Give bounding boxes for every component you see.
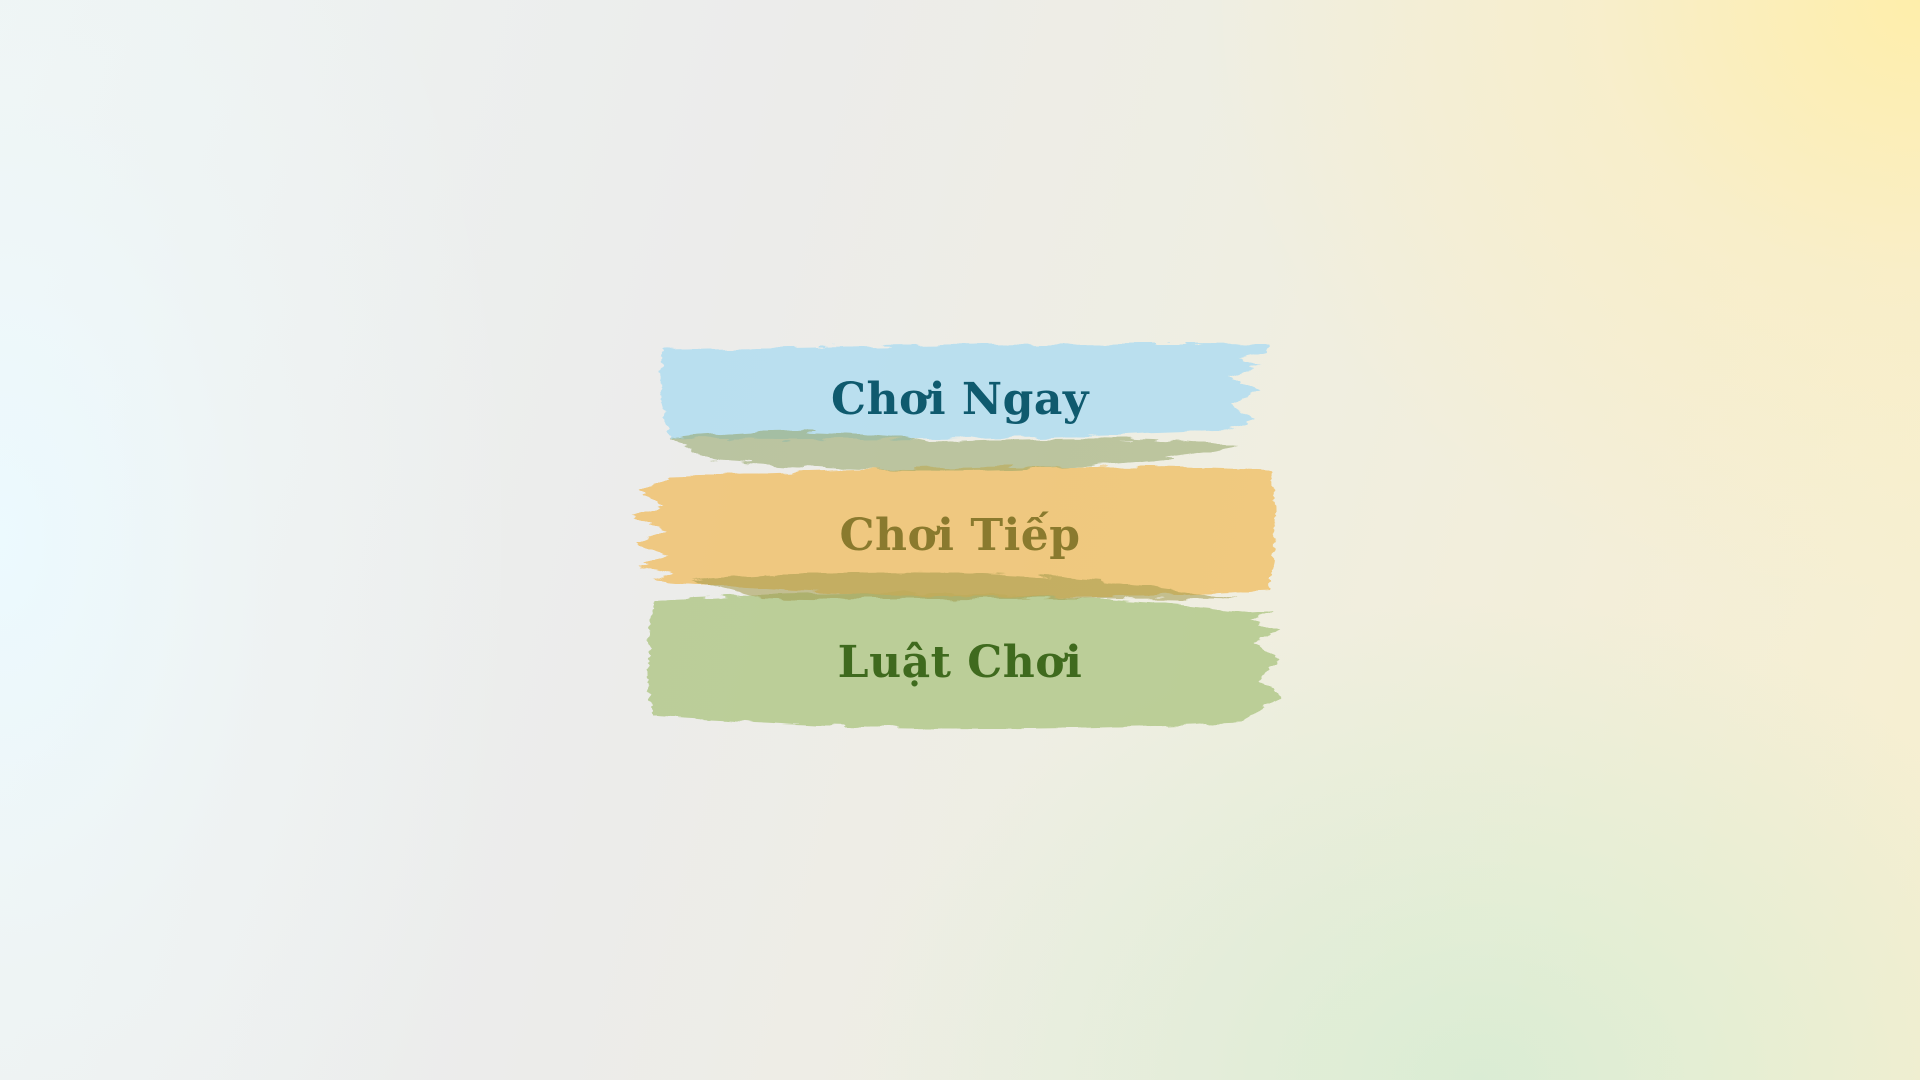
continue-label: Chơi Tiếp xyxy=(839,509,1081,561)
main-menu: Chơi Ngay Chơi Tiếp Luật Chơi xyxy=(600,330,1320,750)
continue-button[interactable]: Chơi Tiếp xyxy=(660,480,1260,590)
rules-label: Luật Chơi xyxy=(837,637,1083,688)
play-now-label: Chơi Ngay xyxy=(831,373,1089,425)
rules-button[interactable]: Luật Chơi xyxy=(660,600,1260,725)
play-now-button[interactable]: Chơi Ngay xyxy=(660,344,1260,454)
